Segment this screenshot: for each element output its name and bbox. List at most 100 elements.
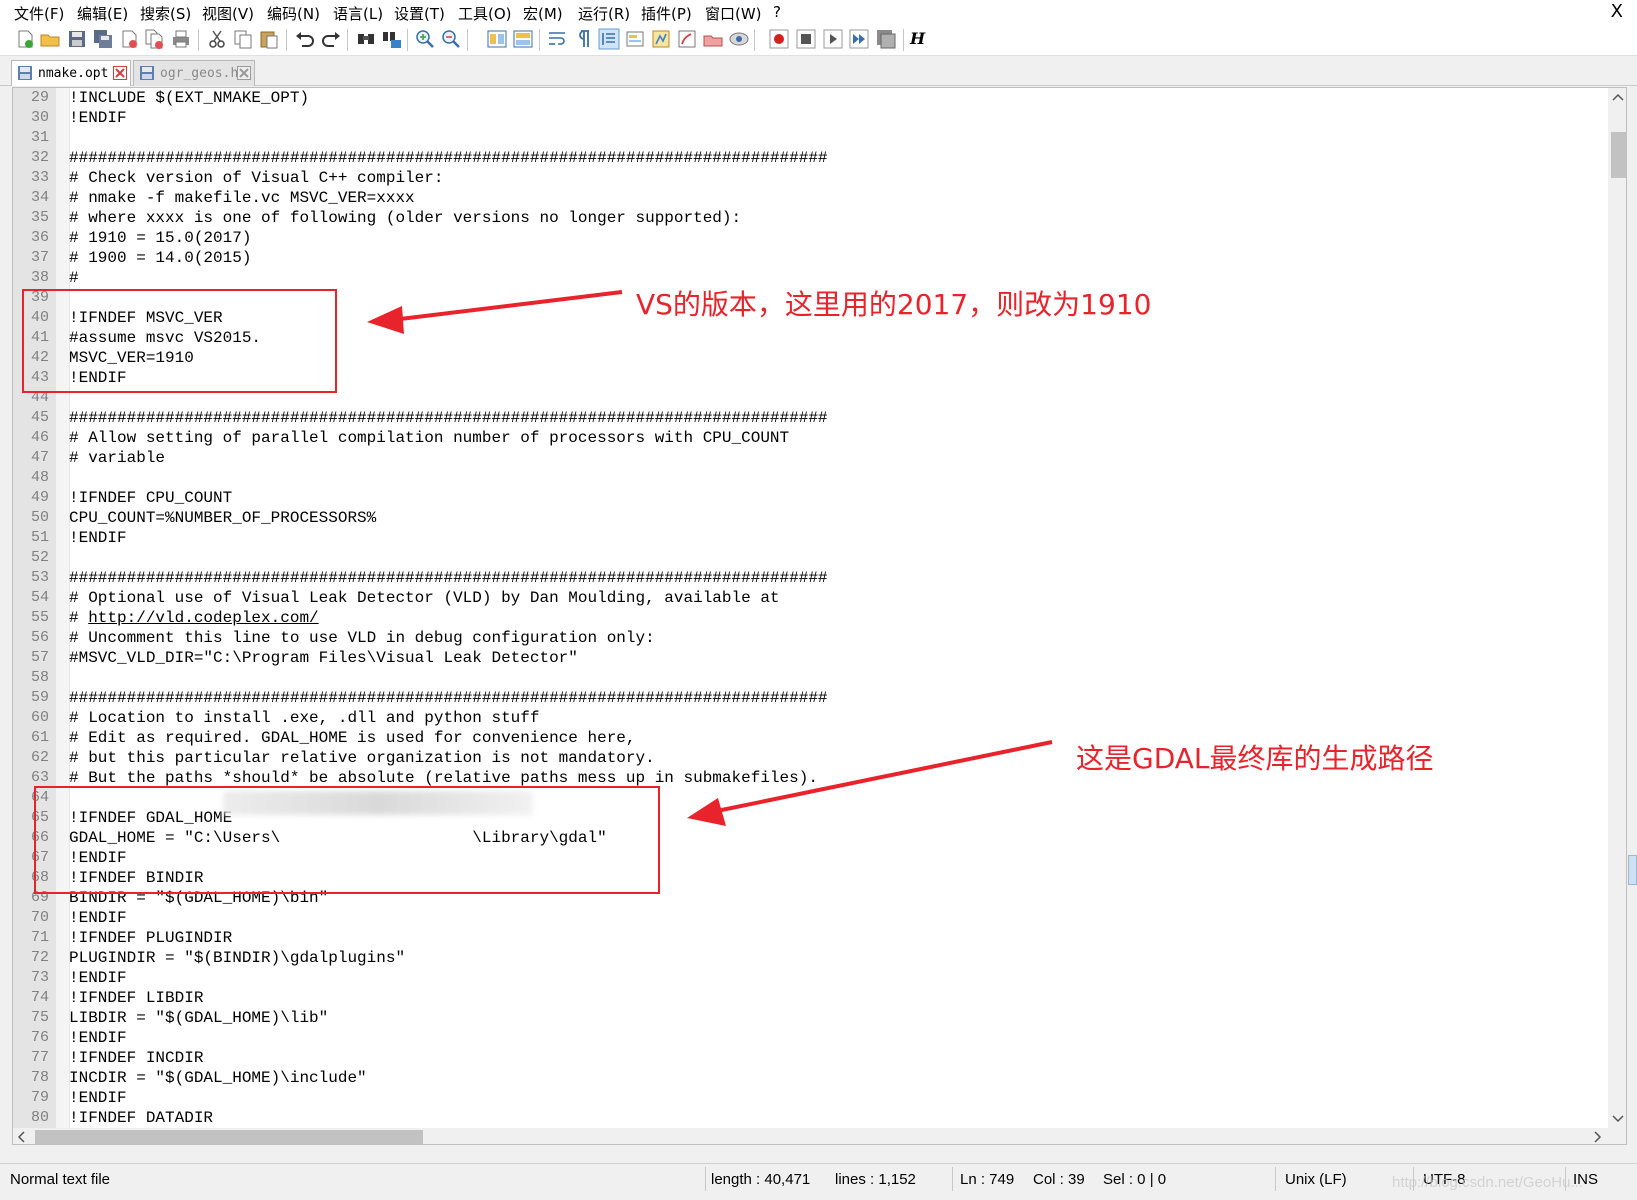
cut-icon[interactable] <box>206 28 228 50</box>
annotation-box-msvc-ver <box>22 289 337 393</box>
play-macro-icon[interactable] <box>822 28 844 50</box>
redo-icon[interactable] <box>320 28 342 50</box>
line-text: CPU_COUNT=%NUMBER_OF_PROCESSORS% <box>69 509 377 527</box>
vld-link[interactable]: http://vld.codeplex.com/ <box>88 609 318 627</box>
tab-label: ogr_geos.h <box>160 66 239 81</box>
close-window-button[interactable]: X <box>1611 1 1623 22</box>
panel-icon[interactable] <box>728 28 750 50</box>
side-panel-handle[interactable] <box>1628 855 1637 885</box>
status-lines: lines : 1,152 <box>835 1171 916 1188</box>
line-number: 48 <box>30 469 49 486</box>
zoom-in-icon[interactable] <box>414 28 436 50</box>
menu-help[interactable]: ? <box>773 3 781 21</box>
paste-icon[interactable] <box>258 28 280 50</box>
save-macro-icon[interactable] <box>875 28 897 50</box>
menu-tools[interactable]: 工具(O) <box>458 3 512 24</box>
vertical-scrollbar[interactable] <box>1608 88 1627 1128</box>
line-text: #MSVC_VLD_DIR="C:\Program Files\Visual L… <box>69 649 578 667</box>
close-file-icon[interactable] <box>118 28 140 50</box>
undo-icon[interactable] <box>294 28 316 50</box>
line-number: 70 <box>30 909 49 926</box>
menu-file[interactable]: 文件(F) <box>14 3 64 24</box>
code-line: 54 # Optional use of Visual Leak Detector… <box>13 588 1603 608</box>
function-list-icon[interactable] <box>650 28 672 50</box>
line-text: # variable <box>69 449 166 467</box>
status-sel: Sel : 0 | 0 <box>1103 1171 1167 1188</box>
save-icon[interactable] <box>66 28 88 50</box>
menu-plugins[interactable]: 插件(P) <box>641 3 692 24</box>
vertical-scroll-thumb[interactable] <box>1611 132 1626 178</box>
menu-search[interactable]: 搜索(S) <box>140 3 191 24</box>
line-text: # 1900 = 14.0(2015) <box>69 249 252 267</box>
monitor-icon[interactable] <box>702 28 724 50</box>
menu-language[interactable]: 语言(L) <box>333 3 383 24</box>
replace-icon[interactable] <box>381 28 403 50</box>
record-macro-icon[interactable] <box>768 28 790 50</box>
save-all-icon[interactable] <box>92 28 114 50</box>
code-line: 70 !ENDIF <box>13 908 1603 928</box>
menu-window[interactable]: 窗口(W) <box>705 3 762 24</box>
code-line: 49 !IFNDEF CPU_COUNT <box>13 488 1603 508</box>
toolbar-separator <box>286 29 287 51</box>
doc-map-icon[interactable] <box>624 28 646 50</box>
horizontal-scrollbar[interactable] <box>13 1128 1608 1145</box>
line-text: ########################################… <box>69 149 828 167</box>
line-number: 78 <box>30 1069 49 1086</box>
sync-vertical-icon[interactable] <box>486 28 508 50</box>
line-number: 79 <box>30 1089 49 1106</box>
line-text: # But the paths *should* be absolute (re… <box>69 769 818 787</box>
status-eol[interactable]: Unix (LF) <box>1285 1171 1347 1188</box>
line-text: !IFNDEF LIBDIR <box>69 989 204 1007</box>
menu-view[interactable]: 视图(V) <box>202 3 254 24</box>
line-text: PLUGINDIR = "$(BINDIR)\gdalplugins" <box>69 949 406 967</box>
tab-label: nmake.opt <box>38 66 109 81</box>
copy-icon[interactable] <box>232 28 254 50</box>
menu-run[interactable]: 运行(R) <box>578 3 630 24</box>
print-icon[interactable] <box>170 28 192 50</box>
scroll-up-icon[interactable] <box>1608 88 1627 108</box>
show-all-chars-icon[interactable] <box>572 28 594 50</box>
menu-macro[interactable]: 宏(M) <box>523 3 563 24</box>
scroll-right-icon[interactable] <box>1588 1128 1606 1145</box>
scroll-left-icon[interactable] <box>13 1128 31 1145</box>
watermark-text: http://blog.csdn.net/GeoHu... <box>1392 1174 1583 1191</box>
menu-settings[interactable]: 设置(T) <box>394 3 445 24</box>
horizontal-scroll-thumb[interactable] <box>35 1130 423 1144</box>
new-file-icon[interactable] <box>14 28 36 50</box>
tab-ogr-geos-h[interactable]: ogr_geos.h <box>133 60 255 86</box>
line-text: LIBDIR = "$(GDAL_HOME)\lib" <box>69 1009 329 1027</box>
status-file-type: Normal text file <box>10 1171 111 1188</box>
run-macro-multiple-icon[interactable] <box>848 28 870 50</box>
find-icon[interactable] <box>355 28 377 50</box>
code-line: 50 CPU_COUNT=%NUMBER_OF_PROCESSORS% <box>13 508 1603 528</box>
zoom-out-icon[interactable] <box>440 28 462 50</box>
close-tab-icon[interactable] <box>237 66 251 80</box>
close-all-icon[interactable] <box>143 28 165 50</box>
folder-workspace-icon[interactable] <box>676 28 698 50</box>
status-col: Col : 39 <box>1033 1171 1085 1188</box>
line-text[interactable]: # http://vld.codeplex.com/ <box>69 608 319 628</box>
text-editor[interactable]: 29 !INCLUDE $(EXT_NMAKE_OPT) 30 !ENDIF 31 32 #… <box>12 87 1627 1145</box>
close-tab-icon[interactable] <box>113 66 127 80</box>
line-number: 33 <box>30 169 49 186</box>
line-number: 60 <box>30 709 49 726</box>
h-icon[interactable]: H <box>910 28 932 50</box>
tab-nmake-opt[interactable]: nmake.opt <box>11 60 131 86</box>
open-folder-icon[interactable] <box>39 28 61 50</box>
line-number: 38 <box>30 269 49 286</box>
menu-edit[interactable]: 编辑(E) <box>77 3 128 24</box>
code-line: 36 # 1910 = 15.0(2017) <box>13 228 1603 248</box>
line-number: 63 <box>30 769 49 786</box>
code-line: 48 <box>13 468 1603 488</box>
menu-encoding[interactable]: 编码(N) <box>267 3 320 24</box>
sync-horizontal-icon[interactable] <box>512 28 534 50</box>
line-number: 31 <box>30 129 49 146</box>
line-text: !IFNDEF PLUGINDIR <box>69 929 233 947</box>
word-wrap-icon[interactable] <box>546 28 568 50</box>
code-line: 80 !IFNDEF DATADIR <box>13 1108 1603 1128</box>
line-number: 50 <box>30 509 49 526</box>
scroll-down-icon[interactable] <box>1608 1108 1627 1128</box>
stop-macro-icon[interactable] <box>795 28 817 50</box>
indent-guide-icon[interactable] <box>598 28 620 50</box>
line-text: !ENDIF <box>69 109 127 127</box>
